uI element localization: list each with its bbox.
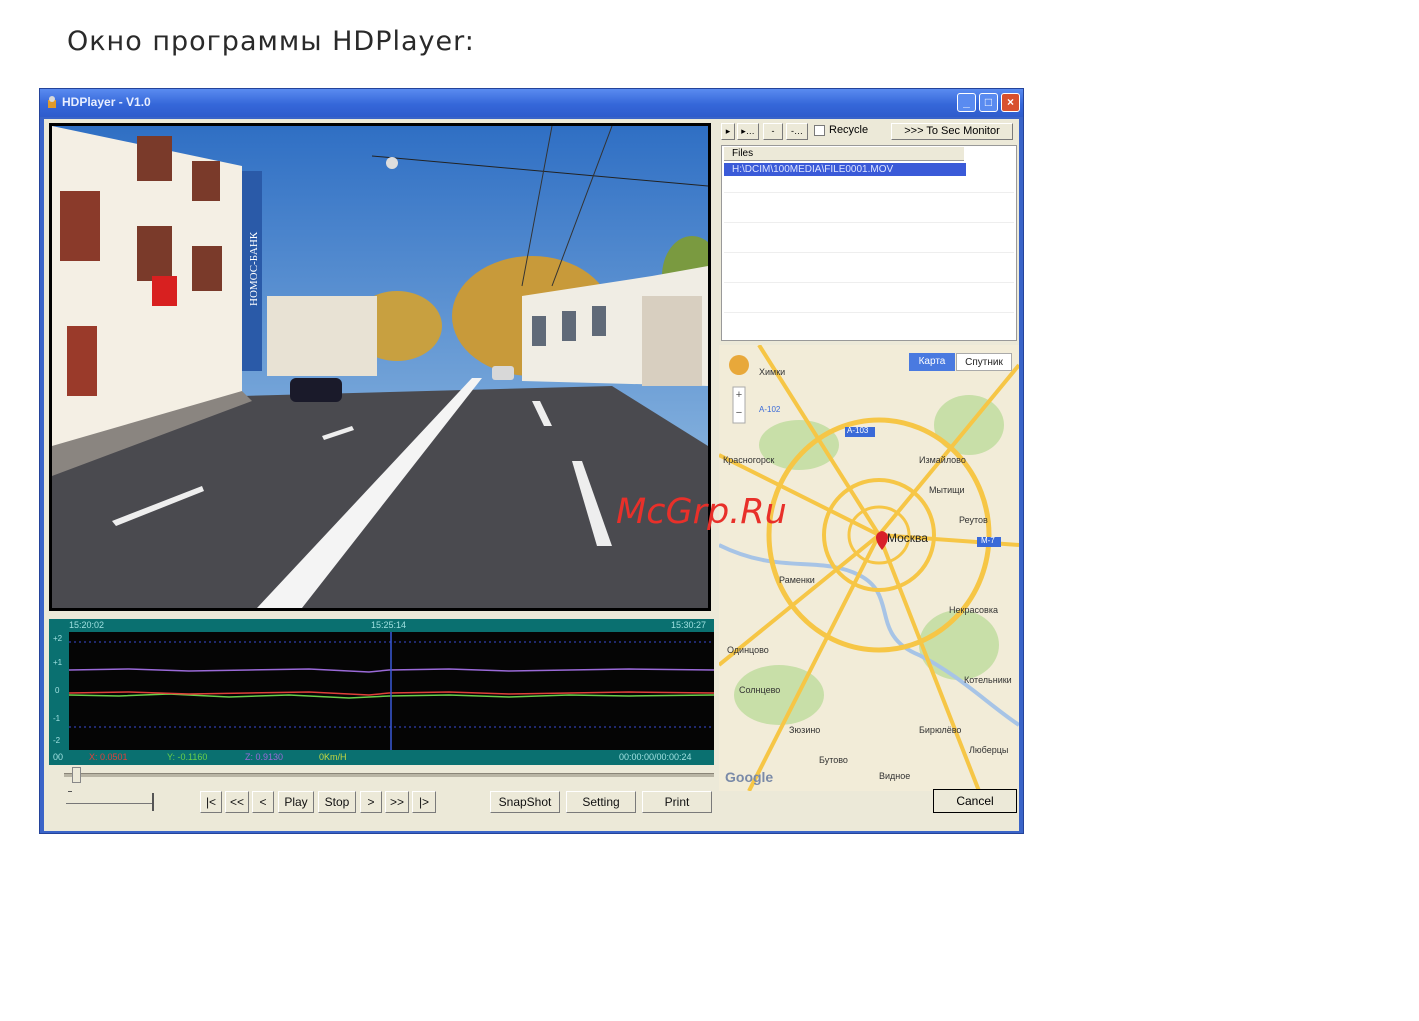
z-readout: Z: 0.9130	[245, 752, 284, 762]
map-label: Одинцово	[727, 645, 769, 655]
print-button[interactable]: Print	[642, 791, 712, 813]
recycle-checkbox[interactable]	[814, 125, 825, 136]
add-file-icon[interactable]: ▸…	[737, 123, 759, 140]
street-sign-text: НОМОС-БАНК	[248, 231, 260, 306]
page-caption: Окно программы HDPlayer:	[67, 26, 475, 57]
map-label: Котельники	[964, 675, 1012, 685]
remove-file-icon[interactable]: -	[763, 123, 783, 140]
y-tick: 0	[55, 686, 60, 695]
clear-list-icon[interactable]: -…	[786, 123, 808, 140]
first-frame-button[interactable]: |<	[200, 791, 222, 813]
seek-track	[64, 773, 714, 777]
map-city-label: Москва	[887, 531, 928, 545]
street-scene-image: НОМОС-БАНК	[52, 126, 708, 608]
graph-time-axis: 15:20:02 15:25:14 15:30:27	[49, 619, 714, 632]
file-list[interactable]: Files H:\DCIM\100MEDIA\FILE0001.MOV	[721, 145, 1017, 341]
close-icon[interactable]: ×	[1001, 93, 1020, 112]
app-icon	[48, 96, 56, 108]
file-toolbar: ▸ ▸… - -… Recycle >>> To Sec Monitor	[719, 121, 1017, 141]
zoom-in-icon[interactable]: +	[733, 389, 745, 401]
road-label: A-102	[759, 405, 781, 414]
map-attribution: Google	[725, 769, 774, 785]
y-tick: +1	[53, 658, 63, 667]
watermark: McGrp.Ru	[616, 492, 787, 532]
map-label: Солнцево	[739, 685, 781, 695]
graph-plot-area	[68, 632, 715, 750]
seek-slider[interactable]	[64, 767, 714, 785]
map-label: Некрасовка	[949, 605, 998, 615]
time-mid: 15:25:14	[371, 620, 407, 630]
zoom-out-icon[interactable]: −	[733, 407, 745, 419]
files-column-header[interactable]: Files	[724, 147, 964, 161]
road-label: A-103	[847, 426, 869, 435]
forward-button[interactable]: >>	[385, 791, 409, 813]
row-divider	[724, 312, 1014, 313]
last-frame-button[interactable]: |>	[412, 791, 436, 813]
title-bar[interactable]: HDPlayer - V1.0 _ □ ×	[40, 89, 1023, 117]
volume-min-mark	[68, 791, 72, 792]
rewind-button[interactable]: <<	[225, 791, 249, 813]
graph-readout-bar: 00 X: 0.0501 Y: -0.1160 Z: 0.9130 0Km/H …	[49, 750, 714, 765]
snapshot-button[interactable]: SnapShot	[490, 791, 560, 813]
map-label: Видное	[879, 771, 911, 781]
x-readout: X: 0.0501	[89, 752, 128, 762]
map-label: Измайлово	[919, 455, 966, 465]
row-divider	[724, 192, 1014, 193]
map-label: Мытищи	[929, 485, 965, 495]
map-label: Зюзино	[789, 725, 821, 735]
play-file-icon[interactable]: ▸	[721, 123, 735, 140]
hdplayer-window: HDPlayer - V1.0 _ □ × НОМОС-БАНК 15:20:0…	[39, 88, 1024, 834]
time-start: 15:20:02	[69, 620, 105, 630]
to-sec-monitor-button[interactable]: >>> To Sec Monitor	[891, 123, 1013, 140]
volume-slider[interactable]	[66, 791, 156, 813]
readout-corner: 00	[53, 752, 64, 762]
map-view[interactable]: Москва Химки Мытищи Реутов Люберцы Красн…	[719, 345, 1019, 791]
map-tab-satellite[interactable]: Спутник	[956, 353, 1012, 371]
graph-y-axis: +2 +1 0 -1 -2	[49, 632, 69, 750]
speed-readout: 0Km/H	[319, 752, 347, 762]
map-label: Бутово	[819, 755, 848, 765]
timecode: 00:00:00/00:00:24	[619, 752, 692, 762]
map-label: Бирюлёво	[919, 725, 962, 735]
file-list-item[interactable]: H:\DCIM\100MEDIA\FILE0001.MOV	[724, 163, 966, 176]
map-label: Химки	[759, 367, 786, 377]
y-tick: +2	[53, 634, 63, 643]
road-label: M-7	[981, 536, 995, 545]
time-end: 15:30:27	[671, 620, 707, 630]
next-frame-button[interactable]: >	[360, 791, 382, 813]
y-readout: Y: -0.1160	[167, 752, 208, 762]
prev-frame-button[interactable]: <	[252, 791, 274, 813]
stop-button[interactable]: Stop	[318, 791, 356, 813]
map-label: Реутов	[959, 515, 988, 525]
recycle-label: Recycle	[829, 124, 869, 136]
row-divider	[724, 282, 1014, 283]
map-label: Красногорск	[723, 455, 775, 465]
volume-track	[66, 803, 154, 804]
client-area: НОМОС-БАНК 15:20:02 15:25:14 15:30:27 +2…	[44, 119, 1019, 831]
volume-thumb[interactable]	[152, 793, 154, 811]
map-label: Люберцы	[969, 745, 1009, 755]
y-tick: -2	[53, 736, 61, 745]
row-divider	[724, 222, 1014, 223]
gsensor-graph[interactable]: 15:20:02 15:25:14 15:30:27 +2 +1 0 -1 -2	[49, 619, 715, 765]
map-tab-map[interactable]: Карта	[909, 353, 955, 371]
maximize-icon[interactable]: □	[979, 93, 998, 112]
seek-thumb[interactable]	[72, 767, 81, 783]
minimize-icon[interactable]: _	[957, 93, 976, 112]
play-button[interactable]: Play	[278, 791, 314, 813]
setting-button[interactable]: Setting	[566, 791, 636, 813]
cancel-button[interactable]: Cancel	[933, 789, 1017, 813]
map-label: Раменки	[779, 575, 815, 585]
video-view[interactable]: НОМОС-БАНК	[49, 123, 711, 611]
row-divider	[724, 252, 1014, 253]
window-title: HDPlayer - V1.0	[62, 95, 151, 109]
y-tick: -1	[53, 714, 61, 723]
